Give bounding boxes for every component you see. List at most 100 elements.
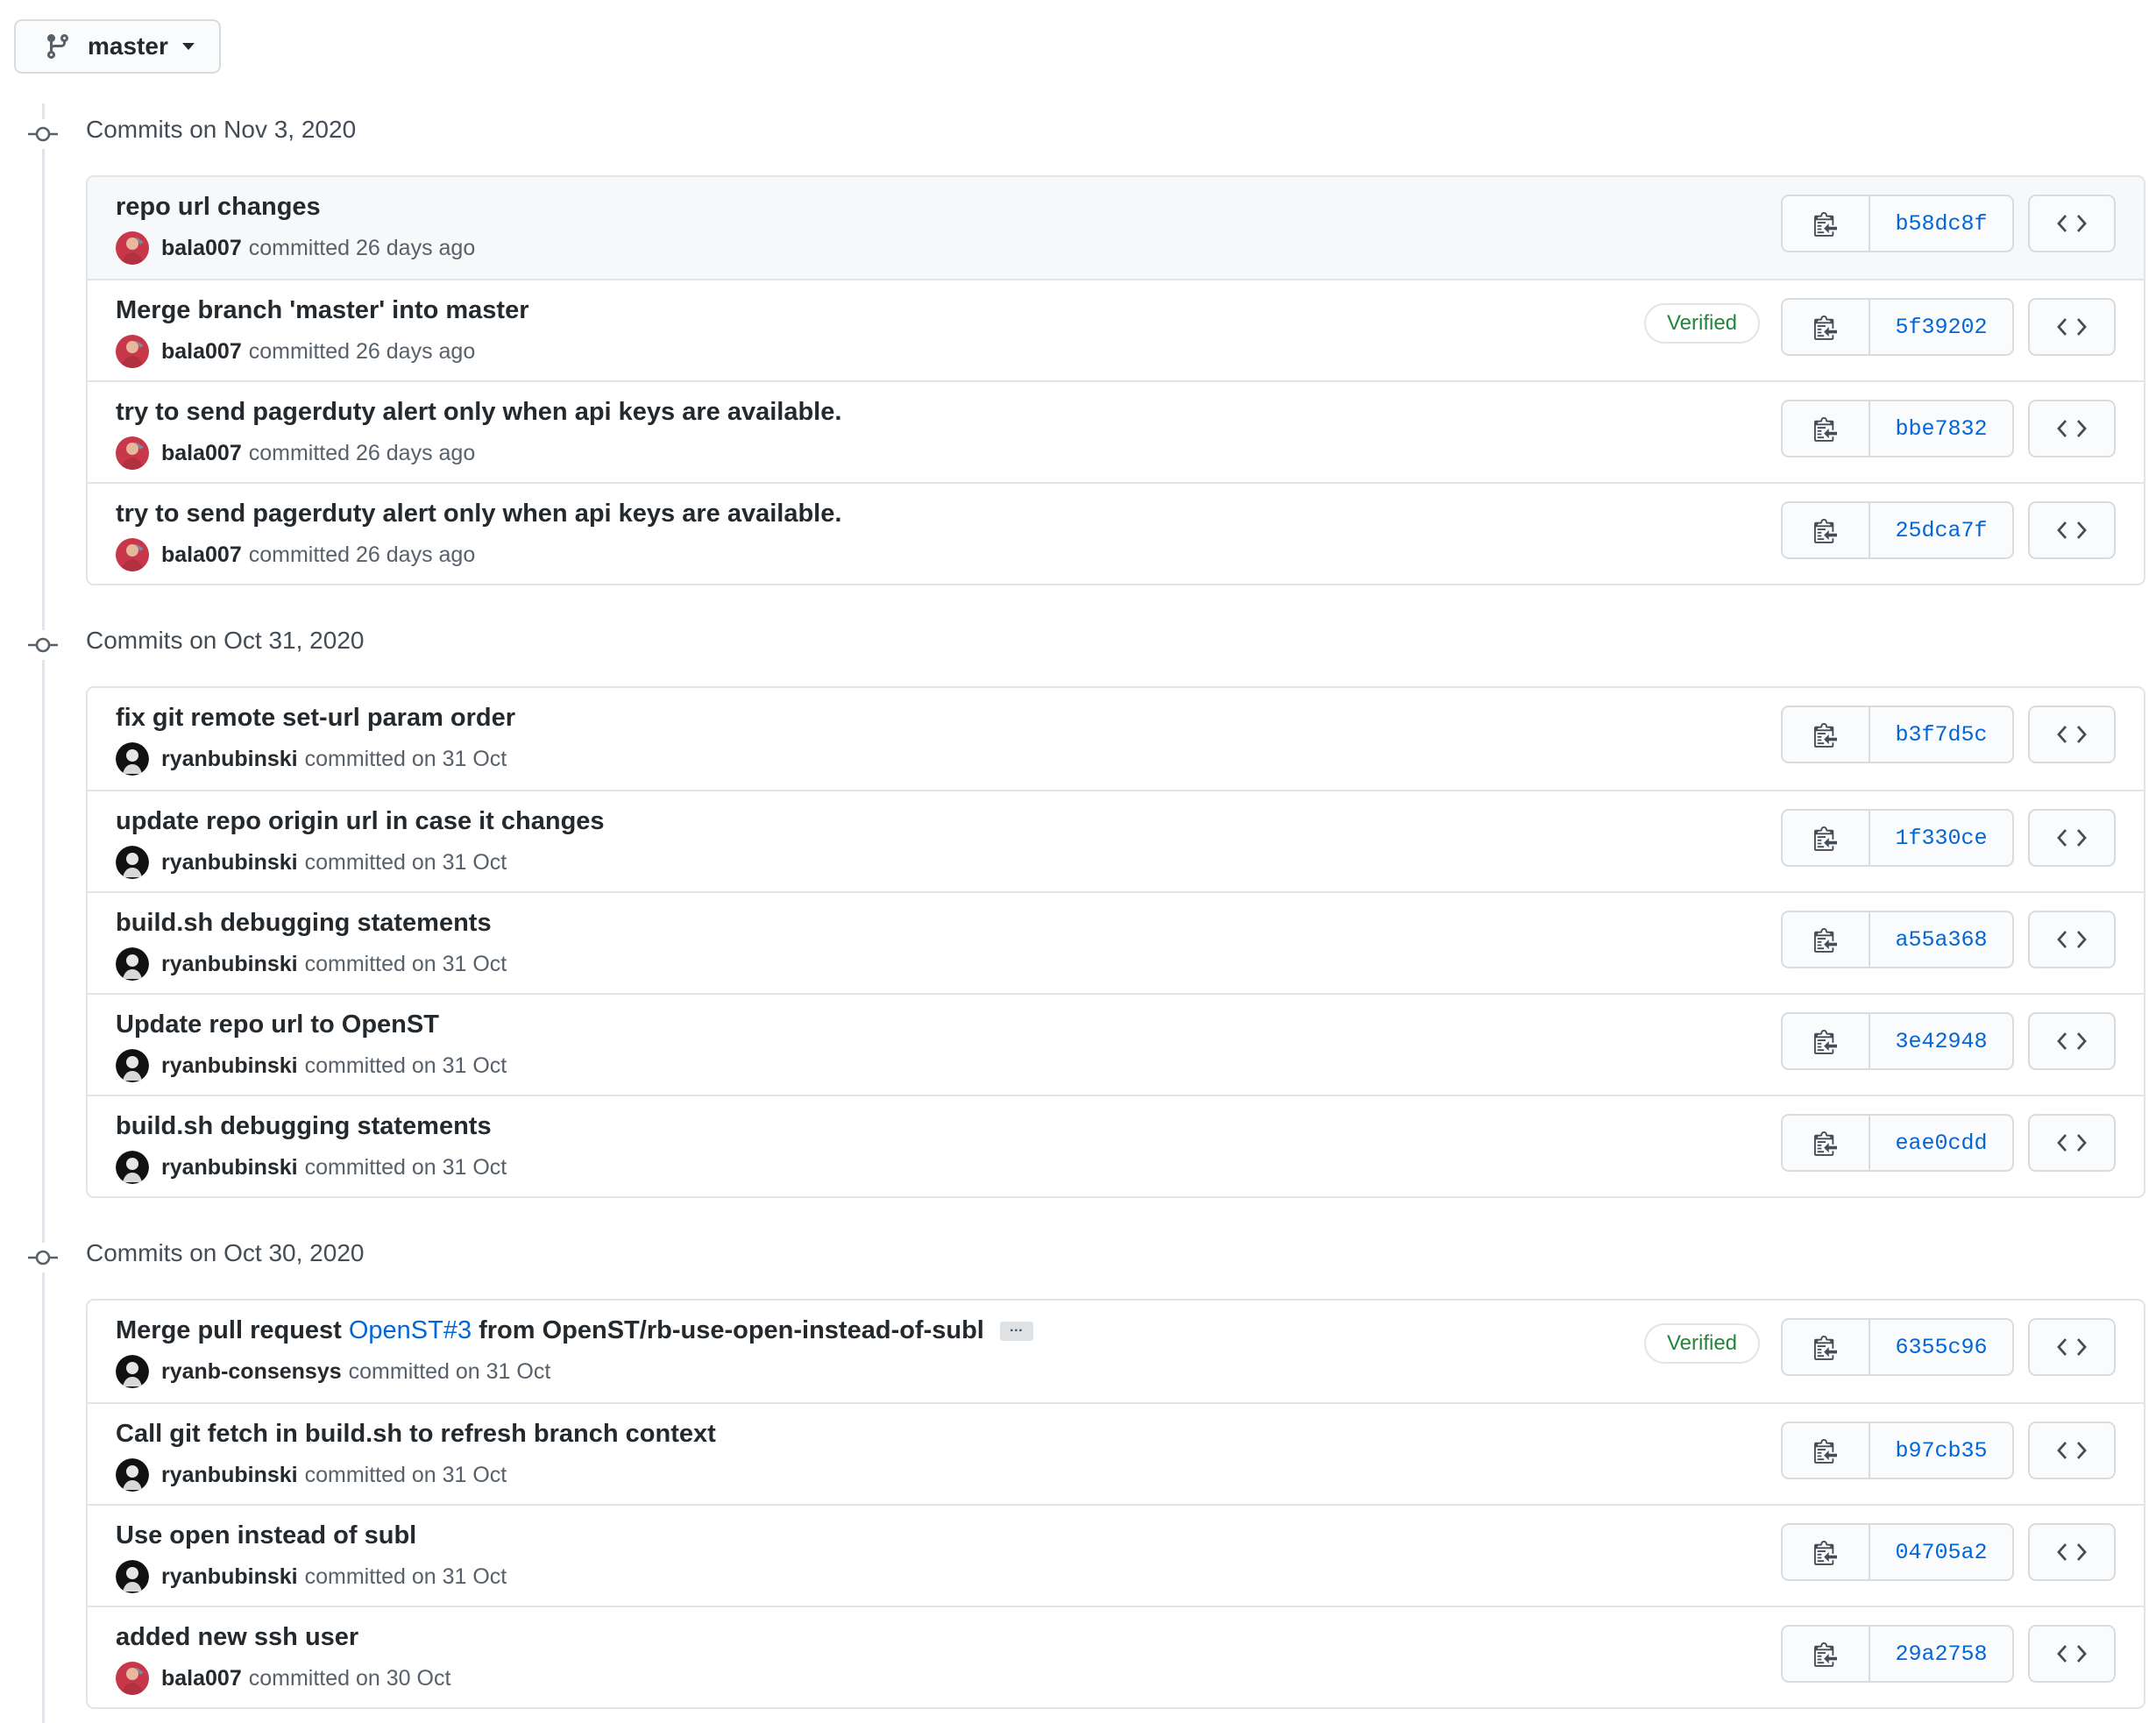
commit-time: committed on 31 Oct [348, 1358, 551, 1384]
commit-author-link[interactable]: ryanbubinski [161, 952, 298, 977]
commit-author-link[interactable]: bala007 [161, 339, 242, 365]
copy-sha-button[interactable] [1783, 1014, 1870, 1068]
commit-author-link[interactable]: ryanbubinski [161, 1053, 298, 1079]
avatar[interactable] [116, 231, 149, 265]
avatar[interactable] [116, 436, 149, 470]
commit-author-link[interactable]: ryanbubinski [161, 1564, 298, 1590]
commit-message[interactable]: build.sh debugging statements [116, 1112, 492, 1141]
copy-sha-button[interactable] [1783, 300, 1870, 354]
avatar[interactable] [116, 1662, 149, 1695]
commit-message-prefix[interactable]: Merge pull request [116, 1316, 342, 1345]
commit-message[interactable]: try to send pagerduty alert only when ap… [116, 500, 841, 528]
browse-repo-button[interactable] [2028, 1523, 2116, 1581]
code-icon [2057, 1645, 2087, 1663]
commit-sha-link[interactable]: 6355c96 [1870, 1320, 2012, 1374]
commit-author-link[interactable]: ryanbubinski [161, 1463, 298, 1488]
commit-row: added new ssh user bala007 committed on 30… [88, 1606, 2144, 1707]
copy-sha-button[interactable] [1783, 503, 1870, 557]
browse-repo-button[interactable] [2028, 1114, 2116, 1172]
code-icon [2057, 318, 2087, 336]
commit-sha-link[interactable]: eae0cdd [1870, 1116, 2012, 1170]
commit-meta: bala007 committed 26 days ago [116, 231, 475, 265]
commit-sha-link[interactable]: 3e42948 [1870, 1014, 2012, 1068]
clipboard-icon [1814, 826, 1837, 851]
avatar[interactable] [116, 1560, 149, 1593]
commit-message-suffix[interactable]: from OpenST/rb-use-open-instead-of-subl [479, 1316, 984, 1345]
commit-author-link[interactable]: ryanb-consensys [161, 1359, 342, 1385]
commit-sha-link[interactable]: 04705a2 [1870, 1525, 2012, 1579]
commit-author-link[interactable]: ryanbubinski [161, 1155, 298, 1181]
browse-repo-button[interactable] [2028, 1422, 2116, 1479]
clipboard-icon [1814, 1336, 1837, 1360]
browse-repo-button[interactable] [2028, 501, 2116, 559]
commit-message[interactable]: update repo origin url in case it change… [116, 807, 605, 836]
commit-message[interactable]: try to send pagerduty alert only when ap… [116, 398, 841, 427]
browse-repo-button[interactable] [2028, 911, 2116, 968]
verified-badge[interactable]: Verified [1644, 303, 1760, 344]
commit-message[interactable]: Merge branch 'master' into master [116, 296, 529, 325]
avatar[interactable] [116, 538, 149, 571]
avatar[interactable] [116, 1151, 149, 1184]
avatar[interactable] [116, 742, 149, 776]
avatar[interactable] [116, 1049, 149, 1082]
commit-message[interactable]: Update repo url to OpenST [116, 1010, 439, 1039]
commit-author-link[interactable]: ryanbubinski [161, 850, 298, 876]
browse-repo-button[interactable] [2028, 706, 2116, 763]
commit-sha-link[interactable]: 1f330ce [1870, 811, 2012, 865]
copy-sha-button[interactable] [1783, 1320, 1870, 1374]
browse-repo-button[interactable] [2028, 1625, 2116, 1683]
copy-sha-button[interactable] [1783, 196, 1870, 251]
commit-message[interactable]: repo url changes [116, 193, 321, 222]
commit-sha-link[interactable]: a55a368 [1870, 912, 2012, 967]
branch-select-button[interactable]: master [14, 19, 221, 74]
commit-message[interactable]: Call git fetch in build.sh to refresh br… [116, 1420, 716, 1449]
commit-message[interactable]: fix git remote set-url param order [116, 704, 515, 733]
browse-repo-button[interactable] [2028, 195, 2116, 252]
commit-author-link[interactable]: bala007 [161, 441, 242, 466]
expand-message-button[interactable]: … [999, 1320, 1033, 1341]
commit-sha-link[interactable]: b58dc8f [1870, 196, 2012, 251]
commit-message[interactable]: Merge pull request OpenST#3 from OpenST/rb… [116, 1316, 1033, 1345]
copy-sha-button[interactable] [1783, 1423, 1870, 1478]
browse-repo-button[interactable] [2028, 809, 2116, 867]
verified-badge[interactable]: Verified [1644, 1323, 1760, 1364]
commit-group-header: Commits on Nov 3, 2020 [0, 103, 2156, 161]
copy-sha-button[interactable] [1783, 811, 1870, 865]
commit-message[interactable]: Use open instead of subl [116, 1521, 416, 1550]
commit-message[interactable]: added new ssh user [116, 1623, 358, 1652]
copy-sha-button[interactable] [1783, 401, 1870, 456]
avatar[interactable] [116, 335, 149, 368]
commit-sha-link[interactable]: b3f7d5c [1870, 707, 2012, 762]
browse-repo-button[interactable] [2028, 298, 2116, 356]
commit-sha-link[interactable]: b97cb35 [1870, 1423, 2012, 1478]
sha-button-group: 25dca7f [1781, 501, 2014, 559]
sha-button-group: b97cb35 [1781, 1422, 2014, 1479]
copy-sha-button[interactable] [1783, 1627, 1870, 1681]
browse-repo-button[interactable] [2028, 1012, 2116, 1070]
commit-group-header: Commits on Oct 30, 2020 [0, 1227, 2156, 1285]
browse-repo-button[interactable] [2028, 1318, 2116, 1376]
commit-message[interactable]: build.sh debugging statements [116, 909, 492, 938]
commit-group: Commits on Nov 3, 2020 repo url changes ba… [0, 103, 2156, 585]
commit-author-link[interactable]: bala007 [161, 542, 242, 568]
sha-button-group: 5f39202 [1781, 298, 2014, 356]
avatar[interactable] [116, 1458, 149, 1492]
pull-request-link[interactable]: OpenST#3 [349, 1316, 472, 1345]
commit-sha-link[interactable]: bbe7832 [1870, 401, 2012, 456]
commit-author-link[interactable]: ryanbubinski [161, 747, 298, 772]
copy-sha-button[interactable] [1783, 1116, 1870, 1170]
commit-author-link[interactable]: bala007 [161, 1666, 242, 1691]
copy-sha-button[interactable] [1783, 1525, 1870, 1579]
commit-sha-link[interactable]: 29a2758 [1870, 1627, 2012, 1681]
code-icon [2057, 726, 2087, 743]
browse-repo-button[interactable] [2028, 400, 2116, 457]
avatar[interactable] [116, 947, 149, 981]
commit-sha-link[interactable]: 5f39202 [1870, 300, 2012, 354]
avatar[interactable] [116, 846, 149, 879]
commit-time: committed on 31 Oct [304, 1462, 507, 1487]
commit-author-link[interactable]: bala007 [161, 236, 242, 261]
copy-sha-button[interactable] [1783, 707, 1870, 762]
commit-sha-link[interactable]: 25dca7f [1870, 503, 2012, 557]
avatar[interactable] [116, 1355, 149, 1388]
copy-sha-button[interactable] [1783, 912, 1870, 967]
